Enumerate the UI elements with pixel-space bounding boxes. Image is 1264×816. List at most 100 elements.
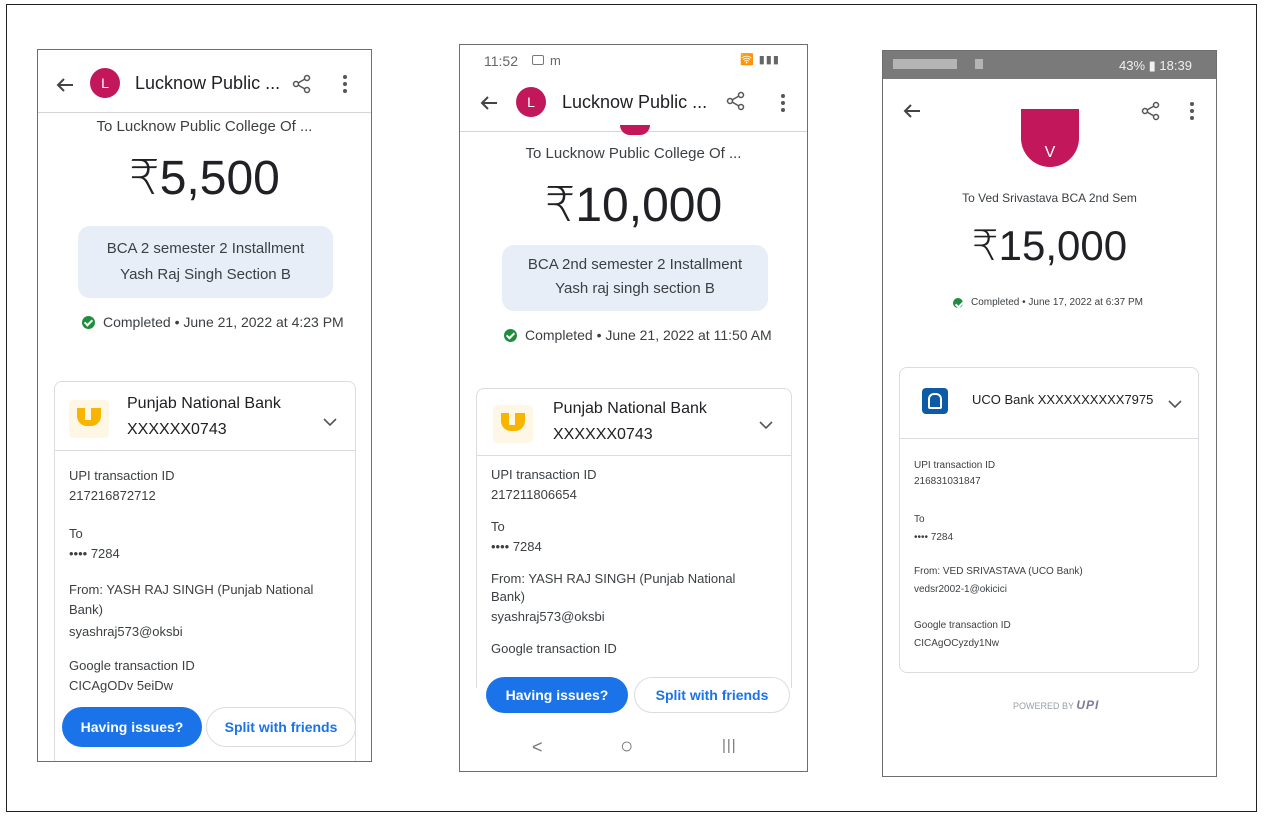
- note-line-1: BCA 2 semester 2 Installment: [106, 240, 305, 257]
- share-icon[interactable]: [726, 91, 746, 111]
- gallery-icon: [532, 55, 544, 65]
- note-line-2: Yash raj singh section B: [555, 280, 715, 297]
- nav-recents-icon[interactable]: |||: [722, 737, 737, 754]
- pnb-logo-icon: [69, 400, 109, 438]
- payee-name: To Ved Srivastava BCA 2nd Sem: [962, 191, 1137, 205]
- amount: ₹15,000: [971, 222, 1128, 269]
- nav-home-icon[interactable]: ○: [620, 733, 633, 759]
- card-divider: [55, 450, 355, 451]
- payee-name: To Lucknow Public College Of ...: [96, 118, 313, 135]
- status-row: Completed • June 17, 2022 at 6:37 PM: [953, 297, 1143, 308]
- to-label: To: [914, 514, 925, 525]
- upi-logo: UPI: [1076, 698, 1100, 712]
- to-value: •••• 7284: [491, 539, 542, 554]
- to-value: •••• 7284: [69, 546, 120, 561]
- from-vpa: syashraj573@oksbi: [491, 609, 605, 624]
- status-bar: 11:52 m 🛜 ▮▮▮: [460, 45, 807, 75]
- check-circle-icon: [82, 315, 95, 329]
- bank-card[interactable]: Punjab National Bank XXXXXX0743 UPI tran…: [54, 381, 356, 761]
- from-line-2: Bank): [491, 589, 525, 604]
- phone-screenshot-2: 11:52 m 🛜 ▮▮▮ L Lucknow Public ... To Lu…: [459, 44, 808, 772]
- status-text: Completed • June 21, 2022 at 4:23 PM: [103, 314, 344, 330]
- upi-id-value: 217216872712: [69, 488, 156, 503]
- header-title: Lucknow Public ...: [135, 73, 281, 93]
- split-with-friends-button[interactable]: Split with friends: [206, 707, 356, 747]
- share-icon[interactable]: [1141, 101, 1161, 121]
- upi-id-value: 217211806654: [491, 487, 577, 502]
- from-line-1: From: YASH RAJ SINGH (Punjab National: [69, 582, 314, 597]
- android-nav-bar: < ○ |||: [460, 721, 807, 771]
- upi-id-label: UPI transaction ID: [491, 467, 597, 482]
- m-icon: m: [550, 53, 561, 68]
- from-line-1: From: VED SRIVASTAVA (UCO Bank): [914, 566, 1083, 577]
- header-divider: [38, 112, 371, 113]
- chevron-down-icon[interactable]: [1168, 396, 1182, 414]
- notification-icons-2: [975, 59, 983, 69]
- payee-name: To Lucknow Public College Of ...: [525, 145, 742, 162]
- from-line-1: From: YASH RAJ SINGH (Punjab National: [491, 571, 736, 586]
- more-vert-icon[interactable]: [780, 93, 786, 113]
- status-text: Completed • June 17, 2022 at 6:37 PM: [971, 297, 1143, 308]
- phone-screenshot-1: L Lucknow Public ... To Lucknow Public C…: [37, 49, 372, 762]
- phone-screenshot-3: 43% ▮ 18:39 V To Ved Srivastava BCA 2nd …: [882, 50, 1217, 777]
- to-label: To: [69, 526, 83, 541]
- uco-logo-icon: [922, 388, 948, 414]
- google-id-label: Google transaction ID: [914, 620, 1011, 631]
- card-divider: [477, 455, 791, 456]
- share-icon[interactable]: [292, 74, 312, 94]
- status-time: 11:52: [484, 53, 518, 69]
- back-arrow-icon[interactable]: [56, 77, 74, 93]
- amount: ₹5,500: [129, 152, 280, 205]
- pnb-logo-icon: [493, 405, 533, 443]
- avatar: V: [1021, 109, 1079, 167]
- status-row: Completed • June 21, 2022 at 4:23 PM: [82, 314, 344, 330]
- back-arrow-icon[interactable]: [903, 103, 921, 119]
- status-right: 43% ▮ 18:39: [1119, 58, 1192, 73]
- bank-account: XXXXXX0743: [127, 421, 227, 438]
- bank-name: UCO Bank XXXXXXXXXX7975: [972, 392, 1154, 407]
- bank-card[interactable]: Punjab National Bank XXXXXX0743 UPI tran…: [476, 388, 792, 688]
- bank-account: XXXXXX0743: [553, 426, 653, 443]
- powered-by-text: POWERED BY: [1013, 701, 1074, 711]
- upi-id-label: UPI transaction ID: [69, 468, 175, 483]
- upi-id-value: 216831031847: [914, 476, 981, 487]
- powered-by-upi: POWERED BY UPI: [1013, 698, 1099, 712]
- header-title: Lucknow Public ...: [562, 92, 708, 112]
- nav-back-icon[interactable]: <: [532, 737, 543, 758]
- notification-icons: [893, 59, 957, 69]
- google-id-label: Google transaction ID: [491, 641, 617, 656]
- bank-card[interactable]: UCO Bank XXXXXXXXXX7975 UPI transaction …: [899, 367, 1199, 673]
- more-vert-icon[interactable]: [1189, 101, 1195, 121]
- payment-note: BCA 2nd semester 2 Installment Yash raj …: [502, 245, 768, 311]
- to-value: •••• 7284: [914, 532, 954, 543]
- note-line-2: Yash Raj Singh Section B: [120, 266, 291, 283]
- chevron-down-icon[interactable]: [759, 417, 773, 435]
- card-divider: [900, 438, 1198, 439]
- from-vpa: vedsr2002-1@okicici: [914, 584, 1007, 595]
- note-line-1: BCA 2nd semester 2 Installment: [527, 256, 743, 273]
- google-id-value: CICAgODv 5eiDw: [69, 678, 174, 693]
- status-right: 🛜 ▮▮▮: [740, 54, 780, 66]
- status-row: Completed • June 21, 2022 at 11:50 AM: [504, 327, 772, 343]
- status-text: Completed • June 21, 2022 at 11:50 AM: [525, 327, 772, 343]
- chevron-down-icon[interactable]: [323, 414, 337, 432]
- avatar-large-partial: [620, 125, 650, 135]
- having-issues-button[interactable]: Having issues?: [62, 707, 202, 747]
- status-bar: 43% ▮ 18:39: [883, 51, 1216, 79]
- amount: ₹10,000: [544, 179, 723, 232]
- upi-id-label: UPI transaction ID: [914, 460, 996, 471]
- back-arrow-icon[interactable]: [480, 95, 498, 111]
- from-vpa: syashraj573@oksbi: [69, 624, 183, 639]
- check-circle-icon: [504, 328, 517, 342]
- bank-name: Punjab National Bank: [553, 400, 707, 417]
- google-id-label: Google transaction ID: [69, 658, 195, 673]
- split-with-friends-button[interactable]: Split with friends: [634, 677, 790, 713]
- more-vert-icon[interactable]: [342, 74, 348, 94]
- to-label: To: [491, 519, 505, 534]
- google-id-value: CICAgOCyzdy1Nw: [914, 638, 1000, 649]
- avatar: L: [516, 87, 546, 117]
- avatar: L: [90, 68, 120, 98]
- having-issues-button[interactable]: Having issues?: [486, 677, 628, 713]
- check-circle-icon: [953, 297, 963, 308]
- payment-note: BCA 2 semester 2 Installment Yash Raj Si…: [78, 226, 333, 298]
